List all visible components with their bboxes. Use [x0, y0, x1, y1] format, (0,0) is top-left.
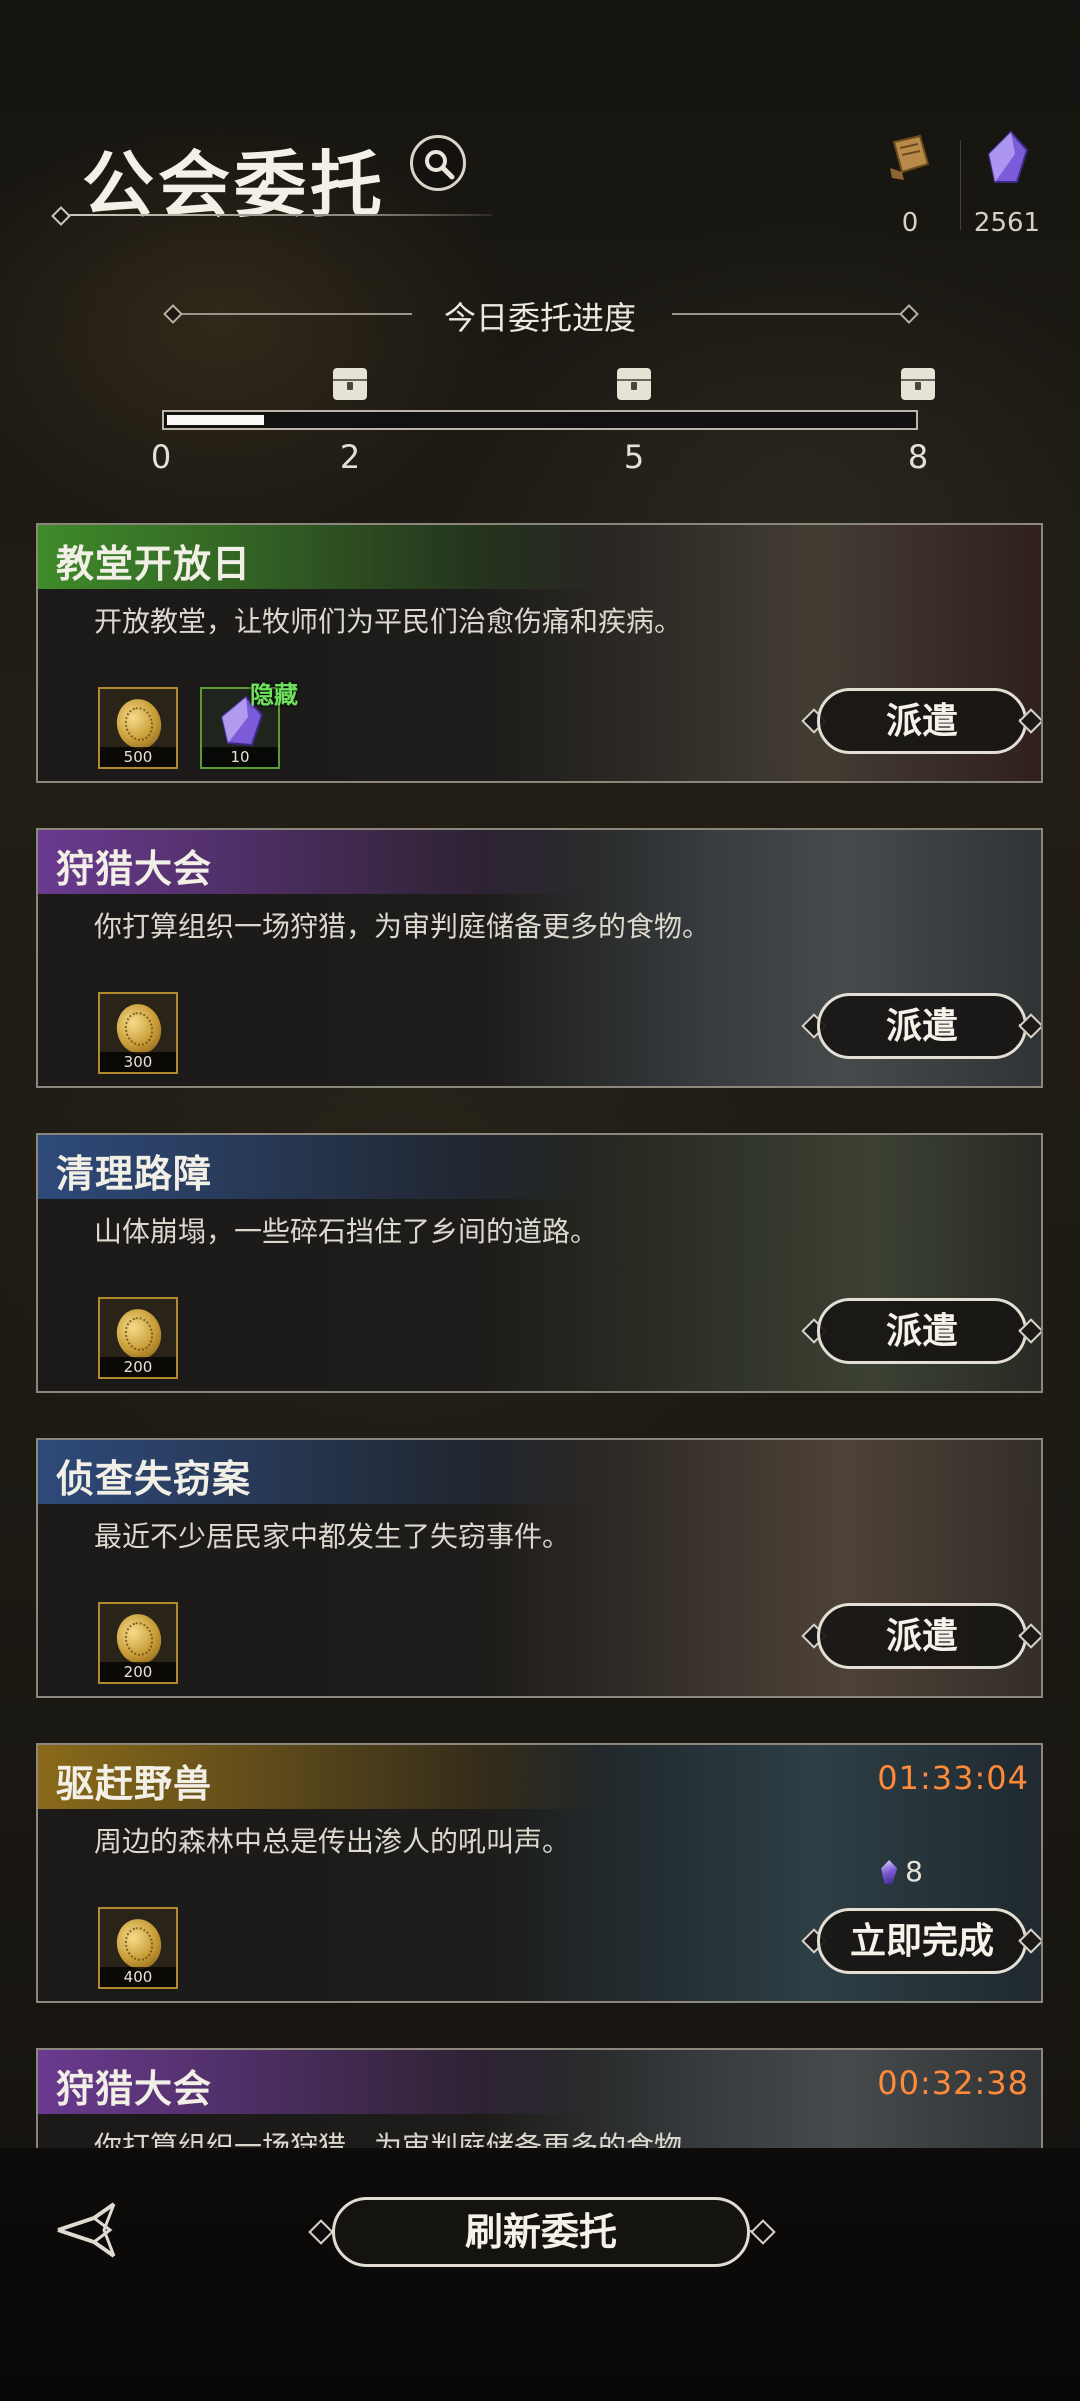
- coin-icon: [112, 1609, 166, 1669]
- hidden-tag: 隐藏: [250, 681, 298, 709]
- reward-coin[interactable]: 500: [98, 687, 178, 769]
- reward-amount: 200: [100, 1662, 176, 1682]
- commission-card: 狩猎大会 你打算组织一场狩猎，为审判庭储备更多的食物。 300 派遣: [36, 828, 1043, 1088]
- progress-tick: 5: [623, 438, 645, 476]
- dispatch-label: 派遣: [817, 688, 1027, 754]
- refresh-button[interactable]: 刷新委托: [306, 2197, 776, 2267]
- card-title: 清理路障: [56, 1151, 213, 1196]
- dispatch-label: 派遣: [817, 1298, 1027, 1364]
- scroll-icon: [890, 134, 930, 180]
- dispatch-label: 派遣: [817, 1603, 1027, 1669]
- card-header: 教堂开放日: [38, 525, 598, 589]
- card-description: 你打算组织一场狩猎，为审判庭储备更多的食物。: [94, 910, 711, 943]
- reward-coin[interactable]: 200: [98, 1297, 178, 1379]
- refresh-label: 刷新委托: [332, 2197, 750, 2267]
- card-title: 狩猎大会: [56, 2066, 213, 2111]
- reward-coin[interactable]: 200: [98, 1602, 178, 1684]
- card-header: 驱赶野兽: [38, 1745, 598, 1809]
- reward-coin[interactable]: 300: [98, 992, 178, 1074]
- coin-icon: [112, 694, 166, 754]
- chest-icon[interactable]: [617, 368, 651, 400]
- bottom-bar: [0, 2148, 1080, 2401]
- resource-divider: [960, 140, 961, 230]
- reward-amount: 500: [100, 747, 176, 767]
- card-header: 侦查失窃案: [38, 1440, 598, 1504]
- reward-amount: 200: [100, 1357, 176, 1377]
- progress-tick: 2: [339, 438, 361, 476]
- search-button[interactable]: [410, 135, 466, 191]
- dispatch-button[interactable]: 派遣: [797, 688, 1041, 754]
- dispatch-button[interactable]: 派遣: [797, 1603, 1041, 1669]
- progress-rule-right: [672, 313, 912, 315]
- card-description: 最近不少居民家中都发生了失窃事件。: [94, 1520, 571, 1553]
- scroll-resource[interactable]: 0: [865, 128, 955, 238]
- reward-coin[interactable]: 400: [98, 1907, 178, 1989]
- reward-amount: 300: [100, 1052, 176, 1072]
- coin-icon: [112, 1304, 166, 1364]
- commission-card: 侦查失窃案 最近不少居民家中都发生了失窃事件。 200 派遣: [36, 1438, 1043, 1698]
- commission-card: 清理路障 山体崩塌，一些碎石挡住了乡间的道路。 200 派遣: [36, 1133, 1043, 1393]
- scroll-count: 0: [901, 208, 919, 238]
- title-bar: 公会委托: [40, 118, 492, 227]
- countdown-timer: 01:33:04: [877, 1759, 1029, 1797]
- card-description: 开放教堂，让牧师们为平民们治愈伤痛和疾病。: [94, 605, 683, 638]
- progress-fill: [167, 415, 264, 425]
- card-title: 教堂开放日: [56, 541, 252, 586]
- card-description: 山体崩塌，一些碎石挡住了乡间的道路。: [94, 1215, 599, 1248]
- countdown-timer: 00:32:38: [877, 2064, 1029, 2102]
- reward-amount: 400: [100, 1967, 176, 1987]
- search-icon: [425, 150, 455, 180]
- commission-card: 狩猎大会 00:32:38 你打算组织一场狩猎，为审判庭储备更多的食物。: [36, 2048, 1043, 2160]
- progress-tick: 0: [150, 438, 172, 476]
- card-title: 侦查失窃案: [56, 1456, 252, 1501]
- cost-amount: 8: [905, 1855, 923, 1888]
- card-header: 狩猎大会: [38, 2050, 598, 2114]
- complete-now-label: 立即完成: [817, 1908, 1027, 1974]
- crystal-icon: [987, 130, 1029, 183]
- progress-tick: 8: [907, 438, 929, 476]
- coin-icon: [112, 1914, 166, 1974]
- complete-now-button[interactable]: 立即完成: [797, 1908, 1041, 1974]
- instant-cost: 8: [881, 1855, 923, 1888]
- chest-icon[interactable]: [901, 368, 935, 400]
- card-title: 狩猎大会: [56, 846, 213, 891]
- dispatch-label: 派遣: [817, 993, 1027, 1059]
- card-header: 狩猎大会: [38, 830, 598, 894]
- card-title: 驱赶野兽: [56, 1761, 213, 1806]
- title-underline: [62, 214, 492, 216]
- commission-card: 教堂开放日 开放教堂，让牧师们为平民们治愈伤痛和疾病。 500 10 隐藏 派遣: [36, 523, 1043, 783]
- card-description: 周边的森林中总是传出渗人的吼叫声。: [94, 1825, 571, 1858]
- back-icon[interactable]: [54, 2200, 140, 2260]
- reward-amount: 10: [202, 747, 278, 767]
- chest-icon[interactable]: [333, 368, 367, 400]
- progress-bar: [162, 410, 918, 430]
- dispatch-button[interactable]: 派遣: [797, 993, 1041, 1059]
- dispatch-button[interactable]: 派遣: [797, 1298, 1041, 1364]
- crystal-icon: [881, 1860, 898, 1884]
- crystal-resource[interactable]: 2561: [962, 128, 1052, 238]
- progress-title: 今日委托进度: [443, 299, 636, 337]
- crystal-count: 2561: [973, 208, 1041, 238]
- card-header: 清理路障: [38, 1135, 598, 1199]
- commission-card: 驱赶野兽 01:33:04 周边的森林中总是传出渗人的吼叫声。 8 400 立即…: [36, 1743, 1043, 2003]
- coin-icon: [112, 999, 166, 1059]
